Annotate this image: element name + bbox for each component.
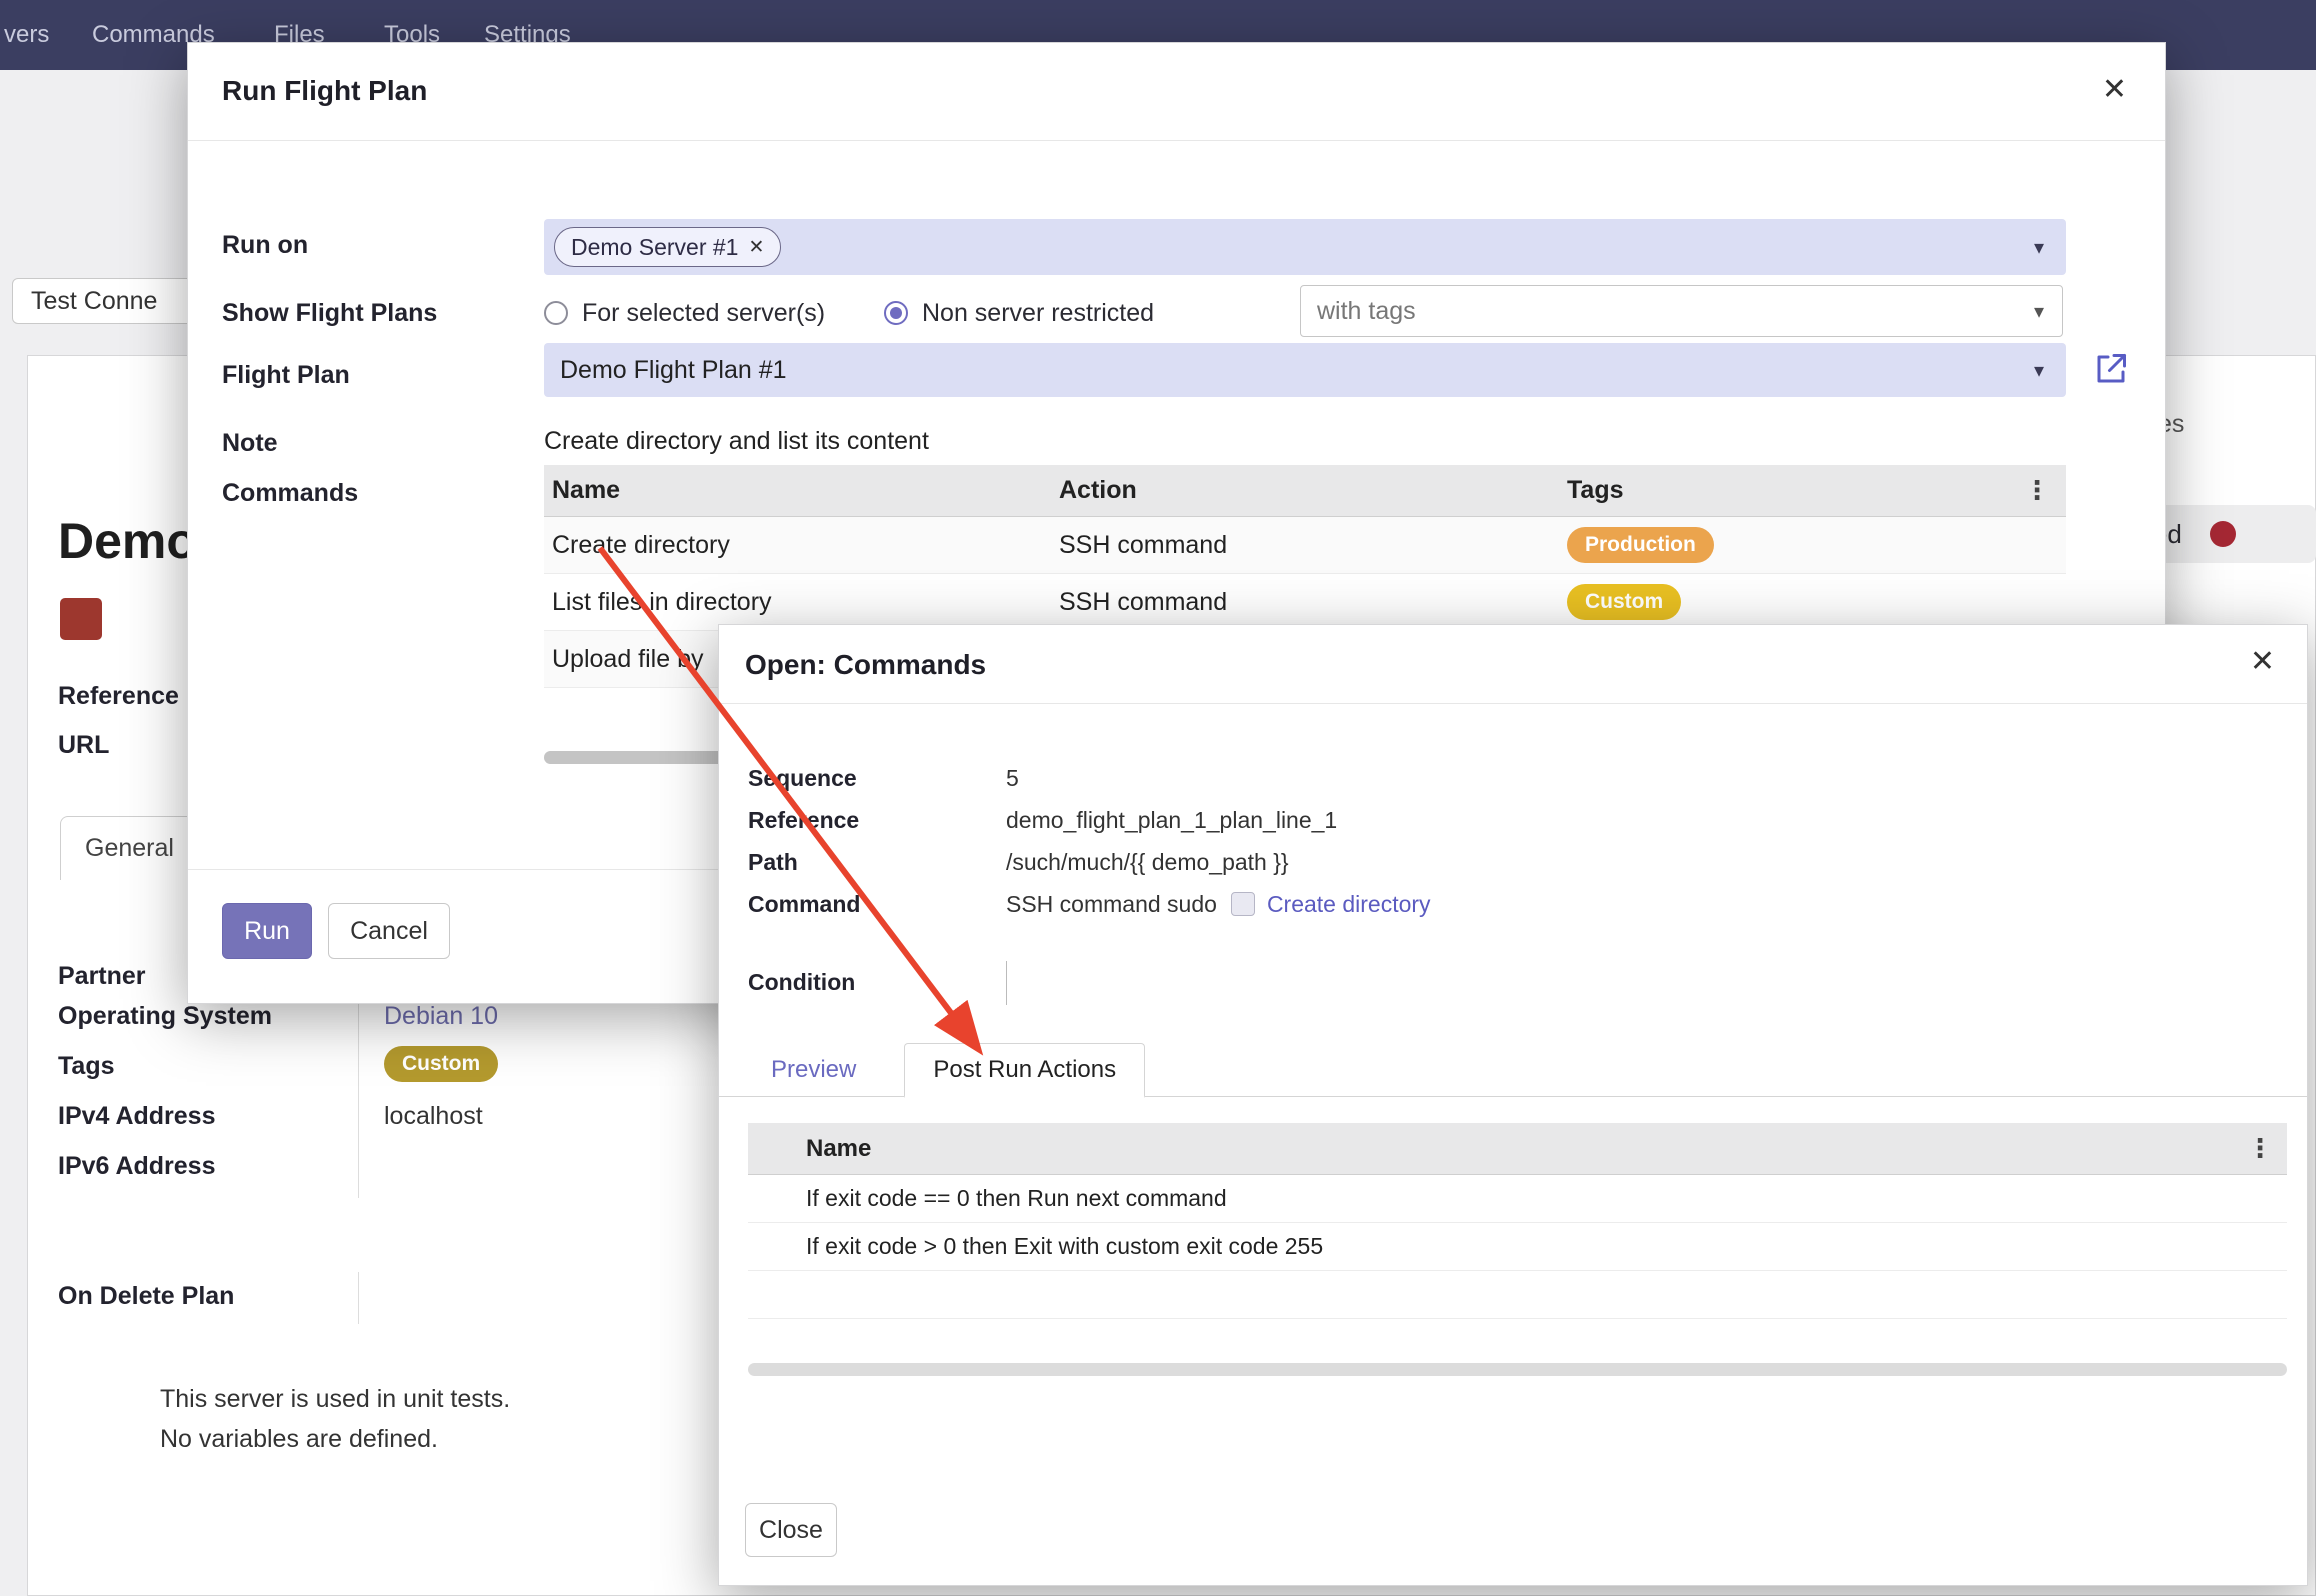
close-button-label: Close xyxy=(759,1516,823,1545)
partner-label: Partner xyxy=(58,962,146,991)
cell-action: SSH command xyxy=(1059,588,1567,617)
tags-label: Tags xyxy=(58,1052,115,1081)
commands-modal-title: Open: Commands xyxy=(745,649,986,681)
ipv6-label: IPv6 Address xyxy=(58,1152,215,1181)
radio-non-server-restricted-label[interactable]: Non server restricted xyxy=(922,299,1154,328)
server-tag-label: Demo Server #1 xyxy=(571,234,738,261)
sequence-label: Sequence xyxy=(748,765,857,792)
ipv4-value: localhost xyxy=(384,1102,483,1131)
server-tag-pill[interactable]: Demo Server #1 ✕ xyxy=(554,227,781,267)
cell-name: Create directory xyxy=(544,531,1059,560)
post-run-actions-table: Name ⋮ If exit code == 0 then Run next c… xyxy=(748,1123,2287,1319)
cell-tags: Custom xyxy=(1567,584,2066,620)
nav-item-servers[interactable]: vers xyxy=(4,0,49,70)
column-header-name[interactable]: Name xyxy=(544,476,1059,505)
cell-name: List files in directory xyxy=(544,588,1059,617)
reference-value: demo_flight_plan_1_plan_line_1 xyxy=(1006,807,1337,834)
run-on-caret-icon[interactable]: ▾ xyxy=(2034,235,2044,260)
command-value: SSH command sudo xyxy=(1006,891,1217,917)
tag-badge-production: Production xyxy=(1567,527,1714,563)
run-button[interactable]: Run xyxy=(222,903,312,959)
unit-test-note-line1: This server is used in unit tests. xyxy=(160,1385,510,1414)
table-row[interactable]: List files in directory SSH command Cust… xyxy=(544,574,2066,631)
radio-non-server-restricted[interactable] xyxy=(884,301,908,325)
url-label: URL xyxy=(58,731,109,760)
operating-system-value-link[interactable]: Debian 10 xyxy=(384,1002,498,1031)
commands-label: Commands xyxy=(222,479,358,508)
cancel-button-label: Cancel xyxy=(350,917,428,946)
run-on-field[interactable]: Demo Server #1 ✕ ▾ xyxy=(544,219,2066,275)
flight-plan-label: Flight Plan xyxy=(222,361,350,390)
with-tags-select[interactable]: with tags ▾ xyxy=(1300,285,2063,337)
cell-tags: Production xyxy=(1567,527,2066,563)
tab-post-run-actions[interactable]: Post Run Actions xyxy=(904,1043,1145,1098)
table-row[interactable]: If exit code == 0 then Run next command xyxy=(748,1175,2287,1223)
condition-field-separator xyxy=(1006,961,1007,1005)
table-options-kebab-icon[interactable]: ⋮ xyxy=(2024,475,2050,506)
ipv4-label: IPv4 Address xyxy=(58,1102,215,1131)
commands-modal-close-icon[interactable]: ✕ xyxy=(2250,647,2275,677)
flight-plan-caret-icon[interactable]: ▾ xyxy=(2034,358,2044,383)
tab-preview[interactable]: Preview xyxy=(765,1044,862,1096)
run-modal-close-icon[interactable]: ✕ xyxy=(2102,75,2127,105)
note-label: Note xyxy=(222,429,278,458)
radio-selected-servers[interactable] xyxy=(544,301,568,325)
external-link-icon[interactable] xyxy=(2093,351,2129,387)
status-stopped-dot-icon xyxy=(2210,521,2236,547)
screen: vers Commands Files Tools Settings Test … xyxy=(0,0,2316,1596)
sequence-value: 5 xyxy=(1006,765,1019,792)
with-tags-placeholder: with tags xyxy=(1317,297,1416,326)
open-commands-modal: Open: Commands ✕ Sequence 5 Reference de… xyxy=(718,624,2308,1586)
create-directory-link[interactable]: Create directory xyxy=(1267,891,1431,917)
tag-badge-custom: Custom xyxy=(1567,584,1681,620)
flight-plan-value: Demo Flight Plan #1 xyxy=(560,356,787,385)
command-value-row: SSH command sudo Create directory xyxy=(1006,891,1431,918)
with-tags-caret-icon[interactable]: ▾ xyxy=(2034,299,2044,324)
server-color-swatch[interactable] xyxy=(60,598,102,640)
condition-label: Condition xyxy=(748,969,855,996)
cell-name: If exit code > 0 then Exit with custom e… xyxy=(806,1233,1323,1260)
run-modal-title: Run Flight Plan xyxy=(222,75,427,107)
run-button-label: Run xyxy=(244,917,290,946)
path-label: Path xyxy=(748,849,798,876)
table-options-kebab-icon[interactable]: ⋮ xyxy=(2247,1133,2273,1164)
operating-system-label: Operating System xyxy=(58,1002,272,1031)
on-delete-plan-label: On Delete Plan xyxy=(58,1282,234,1311)
commands-table-header: Name Action Tags ⋮ xyxy=(544,465,2066,517)
table-row-empty xyxy=(748,1271,2287,1319)
cancel-button[interactable]: Cancel xyxy=(328,903,450,959)
show-flight-plans-label: Show Flight Plans xyxy=(222,299,437,328)
test-connection-label: Test Conne xyxy=(31,287,157,316)
reference-label: Reference xyxy=(748,807,859,834)
unit-test-note-line2: No variables are defined. xyxy=(160,1425,438,1454)
post-run-actions-table-header: Name ⋮ xyxy=(748,1123,2287,1175)
flight-plan-select[interactable]: Demo Flight Plan #1 ▾ xyxy=(544,343,2066,397)
server-page-title: Demo xyxy=(58,512,197,570)
column-header-tags[interactable]: Tags xyxy=(1567,476,2024,505)
run-modal-header: Run Flight Plan ✕ xyxy=(188,43,2165,141)
table-row[interactable]: Create directory SSH command Production xyxy=(544,517,2066,574)
cell-action: SSH command xyxy=(1059,531,1567,560)
commands-modal-tabs: Preview Post Run Actions xyxy=(719,1044,2307,1097)
cell-name: If exit code == 0 then Run next command xyxy=(806,1185,1227,1212)
tab-general-label: General xyxy=(85,834,174,863)
run-on-label: Run on xyxy=(222,231,308,260)
reference-label: Reference xyxy=(58,682,179,711)
commands-modal-header: Open: Commands ✕ xyxy=(719,625,2307,704)
tag-badge-custom: Custom xyxy=(384,1046,498,1082)
server-tag-remove-icon[interactable]: ✕ xyxy=(748,236,764,259)
note-value: Create directory and list its content xyxy=(544,427,929,456)
close-button[interactable]: Close xyxy=(745,1503,837,1557)
radio-selected-servers-label[interactable]: For selected server(s) xyxy=(582,299,825,328)
table-hscroll-track[interactable] xyxy=(748,1363,2287,1376)
path-value: /such/much/{{ demo_path }} xyxy=(1006,849,1289,876)
table-row[interactable]: If exit code > 0 then Exit with custom e… xyxy=(748,1223,2287,1271)
command-label: Command xyxy=(748,891,860,918)
column-header-action[interactable]: Action xyxy=(1059,476,1567,505)
column-header-name[interactable]: Name xyxy=(748,1135,2247,1163)
command-checkbox[interactable] xyxy=(1231,892,1255,916)
field-column-separator-2 xyxy=(358,1272,359,1324)
